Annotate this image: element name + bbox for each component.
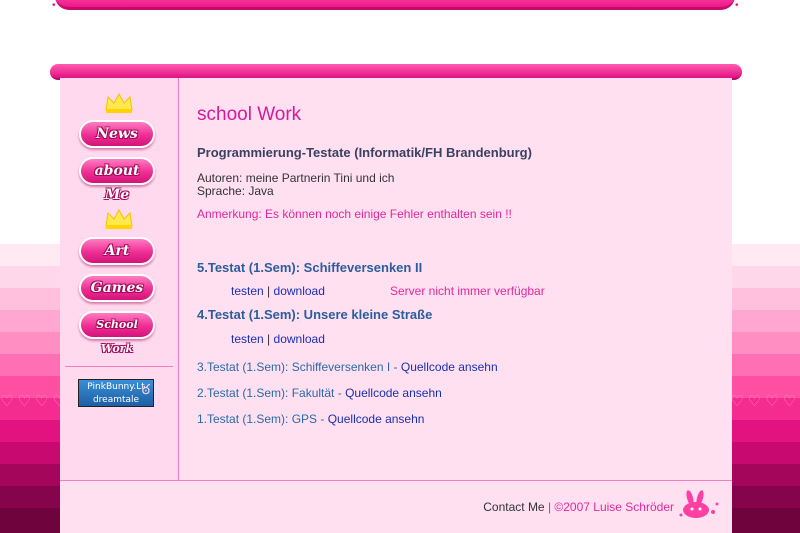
- task-4-links: testen | download: [231, 332, 325, 346]
- task-2-item: 2.Testat (1.Sem): Fakultät - Quellcode a…: [197, 386, 442, 400]
- sidebar: News about Me Art Games School Work Pink…: [60, 78, 179, 480]
- nav-art-button[interactable]: Art: [79, 237, 155, 265]
- task-5-test-link[interactable]: testen: [231, 284, 264, 298]
- sparkle-decoration: •: [735, 0, 739, 11]
- task-5-download-link[interactable]: download: [274, 284, 325, 298]
- footer-separator: |: [544, 500, 555, 514]
- bunny-icon: ఠ: [141, 382, 150, 398]
- task-4-title: 4.Testat (1.Sem): Unsere kleine Straße: [197, 307, 433, 322]
- pinkbunny-link-badge[interactable]: PinkBunny.Lt dreamtale ఠ: [78, 379, 154, 407]
- task-2-source-link[interactable]: Quellcode ansehn: [345, 386, 442, 400]
- footer-divider: [60, 480, 732, 481]
- task-3-item: 3.Testat (1.Sem): Schiffeversenken I - Q…: [197, 360, 498, 374]
- page-title: school Work: [197, 104, 302, 125]
- link-separator: |: [267, 284, 271, 298]
- task-3-source-link[interactable]: Quellcode ansehn: [401, 360, 498, 374]
- nav-school-work-button[interactable]: School Work: [79, 311, 155, 355]
- main-container: News about Me Art Games School Work Pink…: [60, 78, 732, 533]
- language-text: Sprache: Java: [197, 184, 274, 198]
- link-separator: |: [267, 332, 271, 346]
- contact-me-link[interactable]: Contact Me: [483, 500, 544, 514]
- task-5-links: testen | download: [231, 284, 325, 298]
- task-4-test-link[interactable]: testen: [231, 332, 264, 346]
- task-4-download-link[interactable]: download: [274, 332, 325, 346]
- crown-icon: [105, 92, 133, 113]
- task-1-item: 1.Testat (1.Sem): GPS - Quellcode ansehn: [197, 412, 424, 426]
- bunny-logo-icon: [679, 490, 719, 518]
- task-2-label: 2.Testat (1.Sem): Fakultät -: [197, 386, 346, 400]
- crown-icon: [105, 208, 133, 229]
- nav-about-me-button[interactable]: about Me: [79, 157, 155, 203]
- nav-games-button[interactable]: Games: [79, 274, 155, 302]
- nav-news-button[interactable]: News: [79, 120, 155, 148]
- task-1-label: 1.Testat (1.Sem): GPS -: [197, 412, 328, 426]
- section-title: Programmierung-Testate (Informatik/FH Br…: [197, 145, 532, 160]
- top-header-bar: [55, 0, 735, 10]
- server-availability-note: Server nicht immer verfügbar: [390, 284, 545, 298]
- task-3-label: 3.Testat (1.Sem): Schiffeversenken I -: [197, 360, 401, 374]
- authors-text: Autoren: meine Partnerin Tini und ich: [197, 171, 395, 185]
- sparkle-decoration: •: [52, 0, 56, 11]
- sidebar-divider: [65, 366, 173, 367]
- task-5-title: 5.Testat (1.Sem): Schiffeversenken II: [197, 260, 423, 275]
- task-1-source-link[interactable]: Quellcode ansehn: [328, 412, 425, 426]
- note-text: Anmerkung: Es können noch einige Fehler …: [197, 207, 512, 221]
- footer: Contact Me | ©2007 Luise Schröder: [483, 500, 674, 514]
- copyright-text: ©2007 Luise Schröder: [554, 500, 674, 514]
